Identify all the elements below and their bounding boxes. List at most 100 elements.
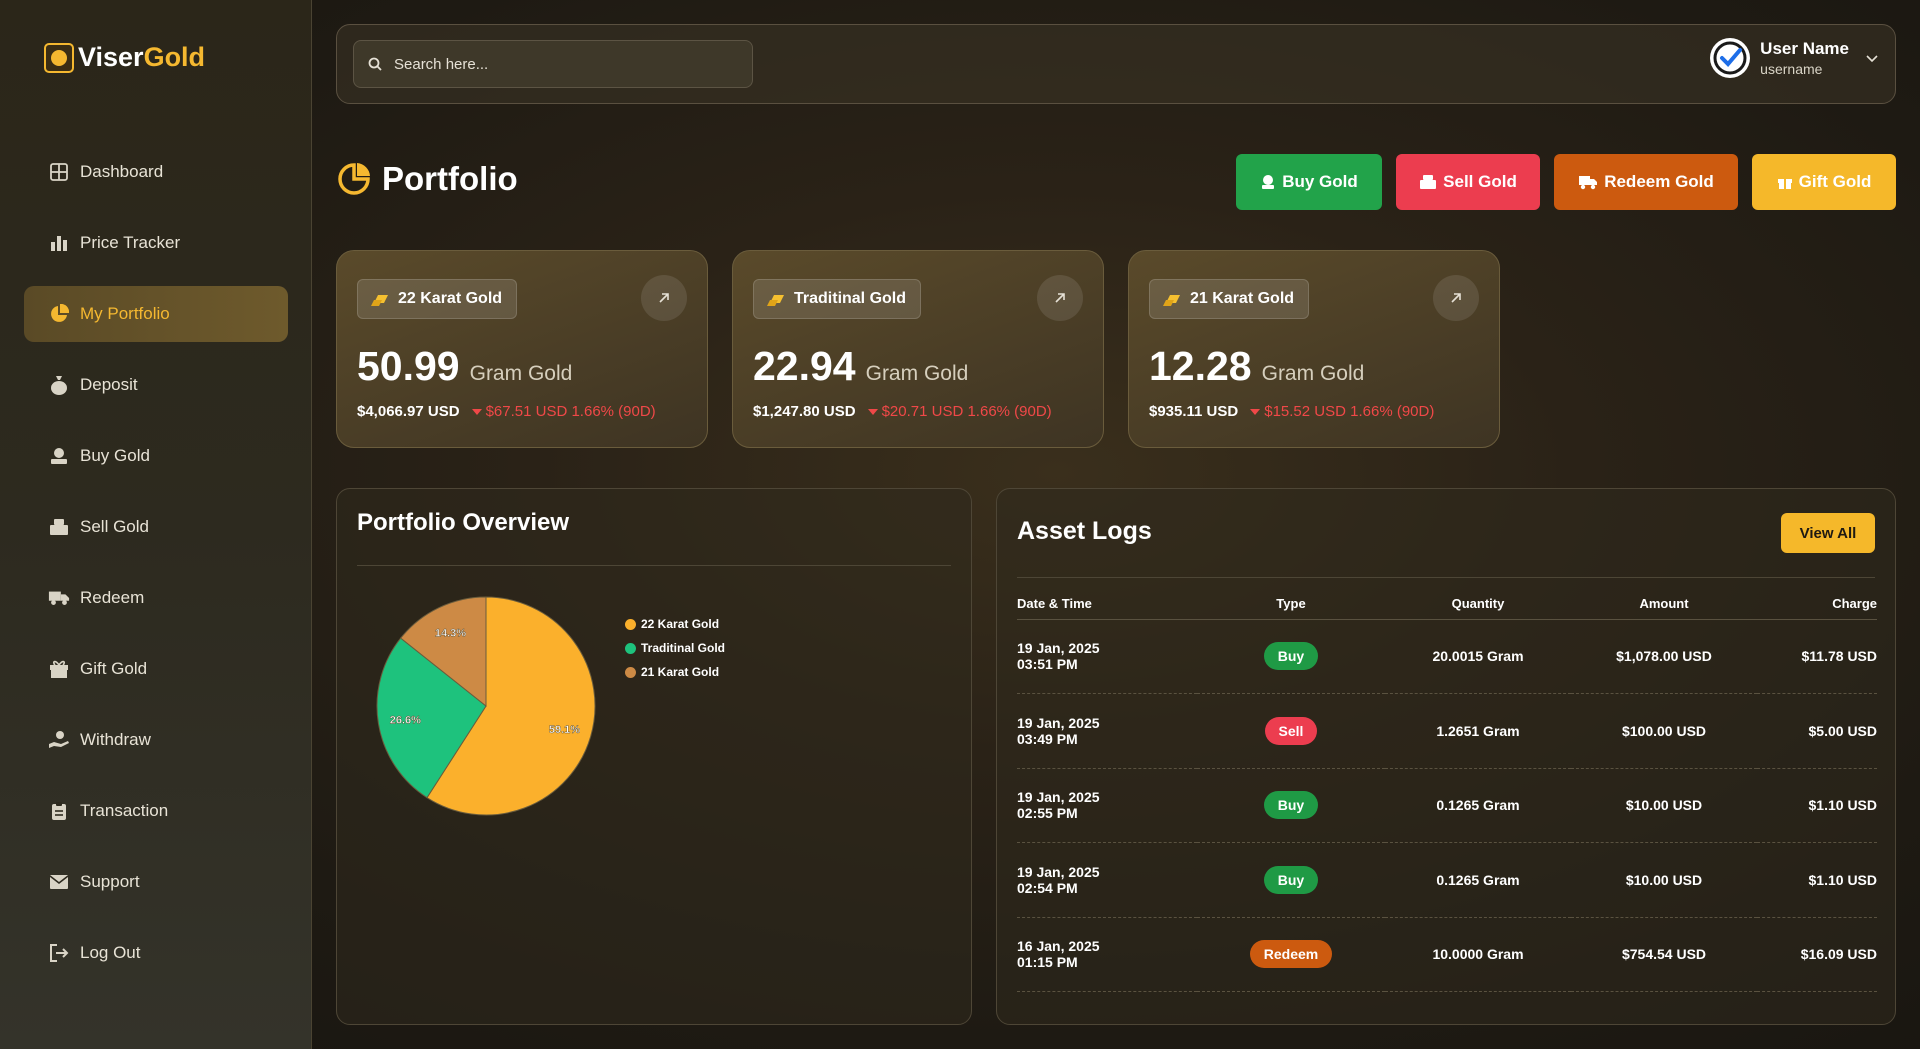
open-details-button[interactable]: [641, 275, 687, 321]
page-title-text: Portfolio: [382, 160, 518, 197]
price-change-text: $20.71 USD 1.66% (90D): [881, 403, 1052, 420]
legend-item[interactable]: 21 Karat Gold: [625, 665, 725, 679]
sidebar-item-sell-gold[interactable]: Sell Gold: [24, 499, 288, 555]
gold-unit: Gram Gold: [469, 362, 573, 385]
sidebar-item-deposit[interactable]: Deposit: [24, 357, 288, 413]
amount-cell: $100.00 USD: [1571, 693, 1757, 769]
caret-down-icon: [867, 408, 878, 415]
log-time: 03:51 PM: [1017, 656, 1078, 673]
sidebar-item-label: Price Tracker: [80, 233, 181, 252]
type-cell: Redeem: [1197, 917, 1385, 992]
open-details-button[interactable]: [1433, 275, 1479, 321]
caret-down-icon: [471, 408, 482, 415]
sidebar-item-my-portfolio[interactable]: My Portfolio: [24, 286, 288, 342]
sell-gold-button[interactable]: Sell Gold: [1396, 154, 1540, 210]
sidebar-item-buy-gold[interactable]: Buy Gold: [24, 428, 288, 484]
amount-cell: $10.00 USD: [1571, 842, 1757, 918]
table-header-row: Date & Time Type Quantity Amount Charge: [1017, 589, 1877, 620]
divider: [1017, 577, 1875, 578]
sidebar-item-withdraw[interactable]: Withdraw: [24, 712, 288, 768]
quantity-cell: 20.0015 Gram: [1385, 619, 1571, 694]
type-badge: Buy: [1263, 791, 1319, 820]
sidebar-item-redeem[interactable]: Redeem: [24, 570, 288, 626]
chevron-down-icon[interactable]: [1865, 53, 1879, 63]
caret-down-icon: [1250, 408, 1261, 415]
portfolio-pie-chart: 59.1% 26.6% 14.3%: [376, 596, 596, 816]
search-icon: [368, 57, 382, 71]
clipboard-icon: [48, 800, 70, 822]
gold-cards: 22 Karat Gold 50.99 Gram Gold $4,066.97 USD…: [336, 250, 1500, 448]
arrow-up-right-icon: [659, 293, 669, 303]
table-row[interactable]: 16 Jan, 2025 01:15 PM Redeem 10.0000 Gram $7…: [1017, 917, 1877, 992]
gold-card: Traditinal Gold 22.94 Gram Gold $1,247.80 U…: [732, 250, 1104, 448]
truck-icon: [1579, 176, 1598, 190]
brand-logo[interactable]: Viser Gold: [44, 42, 205, 73]
charge-cell: $5.00 USD: [1757, 693, 1877, 769]
log-time: 03:49 PM: [1017, 730, 1078, 747]
sidebar-item-support[interactable]: Support: [24, 854, 288, 910]
type-badge: Buy: [1263, 865, 1319, 894]
type-cell: Buy: [1197, 619, 1385, 694]
arrow-up-right-icon: [1451, 293, 1461, 303]
gift-icon: [48, 658, 70, 680]
logout-icon: [48, 942, 70, 964]
asset-logs-panel: Asset Logs View All Date & Time Type Qua…: [996, 488, 1896, 1025]
price-change-text: $15.52 USD 1.66% (90D): [1264, 403, 1435, 420]
column-header: Type: [1197, 589, 1385, 620]
legend-item[interactable]: 22 Karat Gold: [625, 617, 725, 631]
sidebar-item-label: Withdraw: [80, 730, 151, 749]
sidebar-item-label: Deposit: [80, 375, 138, 394]
gold-amount: 12.28: [1149, 343, 1252, 389]
view-all-button[interactable]: View All: [1781, 513, 1875, 553]
open-details-button[interactable]: [1037, 275, 1083, 321]
divider: [357, 565, 951, 566]
legend-item[interactable]: Traditinal Gold: [625, 641, 725, 655]
pie-data-label: 14.3%: [435, 627, 466, 639]
column-header: Amount: [1571, 589, 1757, 620]
gift-gold-label: Gift Gold: [1798, 172, 1872, 191]
search-input[interactable]: [394, 55, 734, 73]
charge-cell: $16.09 USD: [1757, 917, 1877, 992]
user-name: User Name: [1760, 39, 1849, 58]
user-username: username: [1760, 61, 1823, 77]
charge-cell: $11.78 USD: [1757, 619, 1877, 694]
gift-gold-button[interactable]: Gift Gold: [1752, 154, 1896, 210]
table-row[interactable]: 19 Jan, 2025 03:49 PM Sell 1.2651 Gram $100.…: [1017, 693, 1877, 769]
redeem-gold-button[interactable]: Redeem Gold: [1554, 154, 1738, 210]
gold-type-chip: Traditinal Gold: [753, 279, 922, 319]
truck-icon: [48, 587, 70, 609]
asset-logs-title: Asset Logs: [1017, 517, 1152, 545]
sidebar: Viser Gold Dashboard Price Tracker My Portf…: [0, 0, 312, 1049]
legend-swatch: [625, 642, 636, 654]
sidebar-item-label: Sell Gold: [80, 517, 149, 536]
sidebar-item-transaction[interactable]: Transaction: [24, 783, 288, 839]
sell-gold-icon: [1420, 175, 1437, 189]
search-box: [353, 40, 753, 88]
asset-logs-table: Date & Time Type Quantity Amount Charge …: [1017, 589, 1877, 992]
brand-name-first: Viser: [78, 42, 144, 72]
gold-type-chip: 21 Karat Gold: [1149, 279, 1310, 319]
sidebar-item-dashboard[interactable]: Dashboard: [24, 144, 288, 200]
quantity-cell: 0.1265 Gram: [1385, 842, 1571, 918]
sidebar-item-price-tracker[interactable]: Price Tracker: [24, 215, 288, 271]
sidebar-item-label: Log Out: [80, 943, 141, 962]
gold-card: 22 Karat Gold 50.99 Gram Gold $4,066.97 USD…: [336, 250, 708, 448]
legend-label: 21 Karat Gold: [641, 665, 720, 679]
sell-gold-icon: [48, 516, 70, 538]
usd-value: $1,247.80 USD: [753, 403, 856, 420]
type-badge: Redeem: [1249, 940, 1333, 969]
sidebar-item-gift-gold[interactable]: Gift Gold: [24, 641, 288, 697]
table-row[interactable]: 19 Jan, 2025 02:54 PM Buy 0.1265 Gram $10.00…: [1017, 842, 1877, 918]
buy-gold-button[interactable]: Buy Gold: [1236, 154, 1382, 210]
column-header: Charge: [1757, 589, 1877, 620]
sidebar-item-log-out[interactable]: Log Out: [24, 925, 288, 981]
gold-card: 21 Karat Gold 12.28 Gram Gold $935.11 USD $1…: [1128, 250, 1500, 448]
bar-chart-icon: [48, 232, 70, 254]
table-row[interactable]: 19 Jan, 2025 02:55 PM Buy 0.1265 Gram $10.00…: [1017, 768, 1877, 843]
date-cell: 19 Jan, 2025 02:55 PM: [1017, 768, 1197, 843]
user-menu[interactable]: User Name username: [1710, 38, 1879, 78]
type-badge: Buy: [1263, 642, 1319, 671]
pie-chart-icon: [338, 163, 370, 195]
table-row[interactable]: 19 Jan, 2025 03:51 PM Buy 20.0015 Gram $1,07…: [1017, 619, 1877, 694]
quantity-cell: 1.2651 Gram: [1385, 693, 1571, 769]
